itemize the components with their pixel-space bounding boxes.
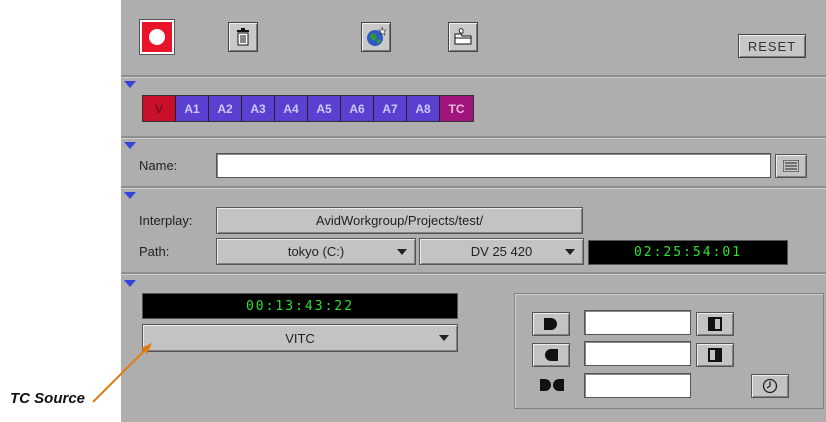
annotation-arrow (92, 343, 152, 403)
tc-source-annotation: TC Source (10, 390, 86, 407)
